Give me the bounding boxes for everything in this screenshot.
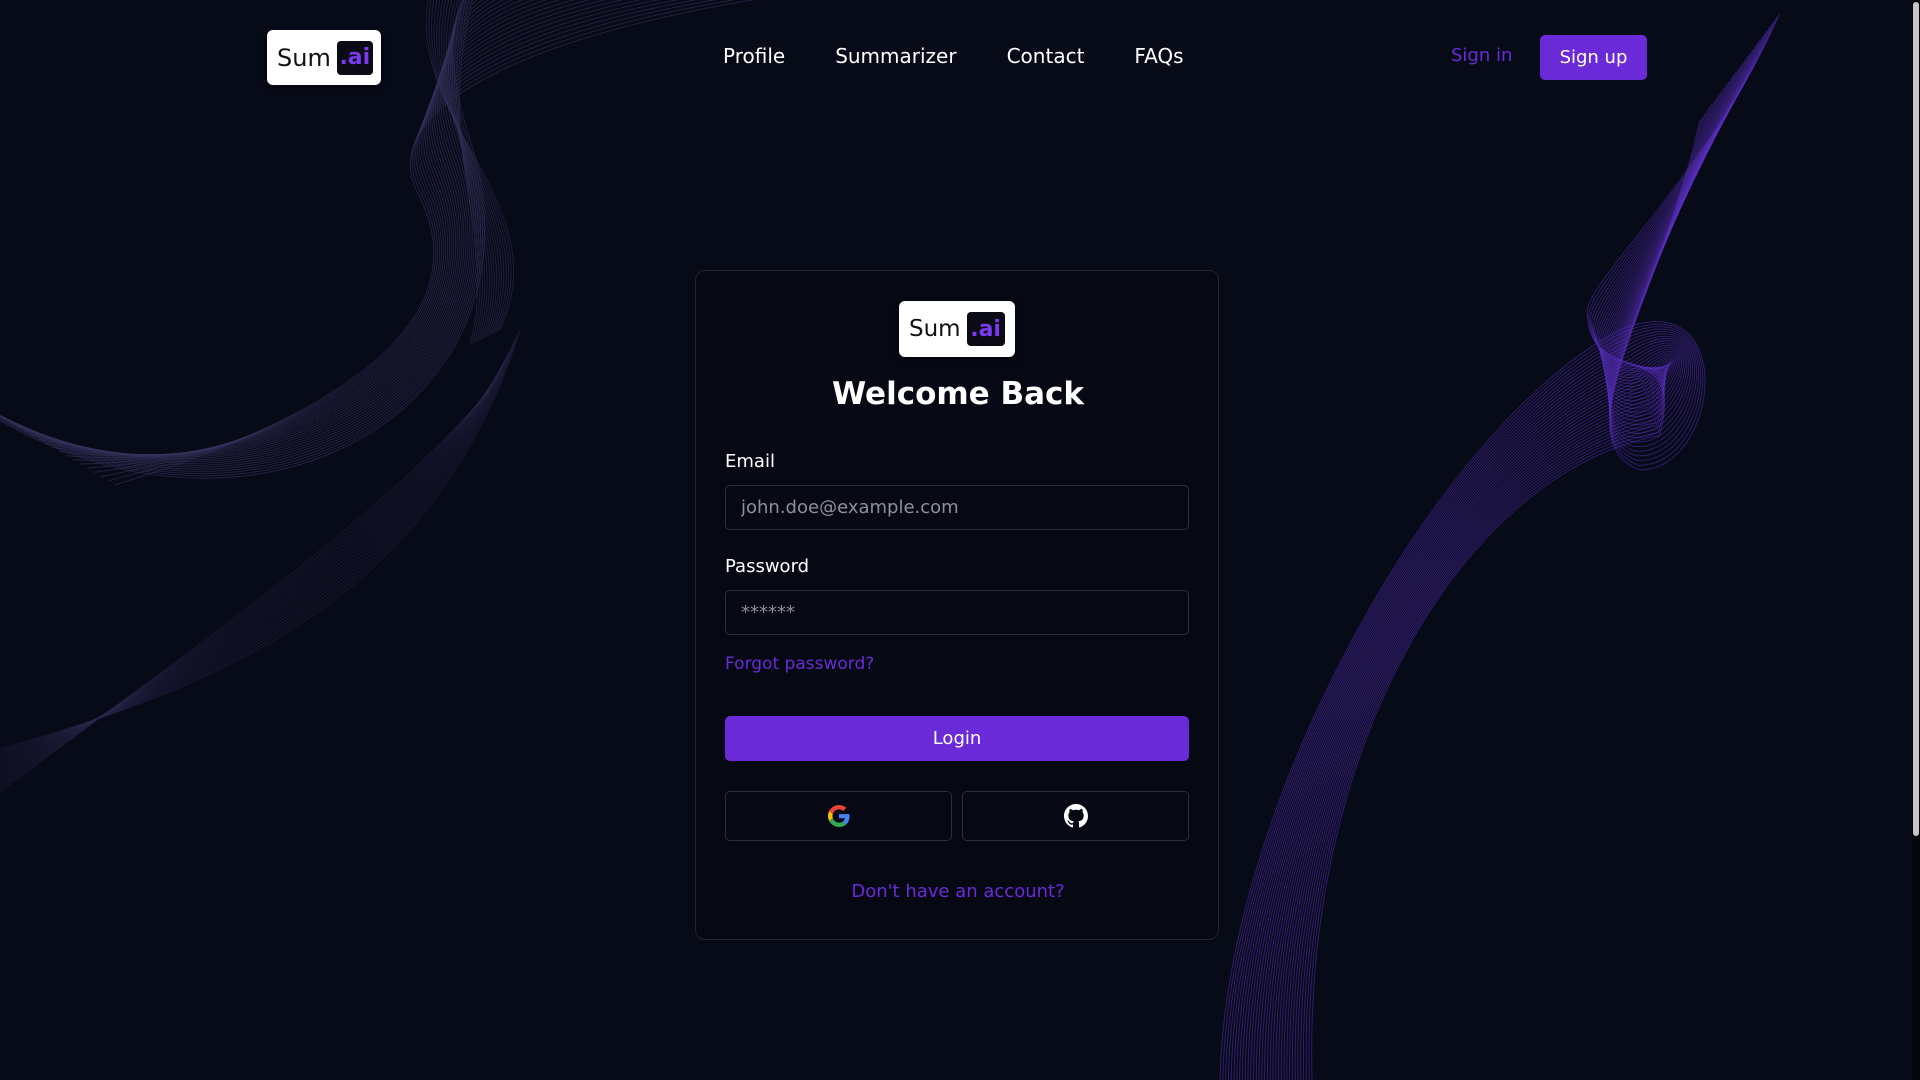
forgot-password-link[interactable]: Forgot password? [725, 654, 874, 674]
google-icon [827, 805, 850, 827]
nav-link-profile[interactable]: Profile [723, 44, 785, 68]
nav-link-summarizer[interactable]: Summarizer [835, 44, 956, 68]
card-logo: Sum .ai [899, 301, 1015, 357]
logo-suffix: .ai [966, 312, 1005, 346]
login-button[interactable]: Login [725, 716, 1189, 761]
password-field[interactable] [725, 590, 1189, 635]
sign-in-link[interactable]: Sign in [1451, 45, 1512, 66]
signup-prompt-link[interactable]: Don't have an account? [696, 881, 1220, 902]
scrollbar[interactable] [1912, 0, 1920, 1080]
github-login-button[interactable] [962, 791, 1189, 841]
brand-logo[interactable]: Sum .ai [267, 30, 381, 85]
sign-up-button[interactable]: Sign up [1540, 35, 1647, 80]
github-icon [1063, 804, 1088, 828]
email-label: Email [725, 451, 775, 472]
scrollbar-thumb[interactable] [1913, 2, 1919, 836]
nav-link-faqs[interactable]: FAQs [1134, 44, 1183, 68]
logo-text: Sum [277, 43, 331, 72]
nav-link-contact[interactable]: Contact [1007, 44, 1085, 68]
google-login-button[interactable] [725, 791, 952, 841]
email-field[interactable] [725, 485, 1189, 530]
password-label: Password [725, 556, 810, 577]
top-navbar: Sum .ai Profile Summarizer Contact FAQs … [0, 0, 1920, 116]
logo-suffix: .ai [336, 40, 373, 75]
page-title: Welcome Back [831, 376, 1085, 412]
logo-text: Sum [909, 316, 961, 342]
nav-links: Profile Summarizer Contact FAQs [723, 44, 1184, 68]
login-card: Sum .ai Welcome Back Email Password Forg… [695, 270, 1219, 940]
